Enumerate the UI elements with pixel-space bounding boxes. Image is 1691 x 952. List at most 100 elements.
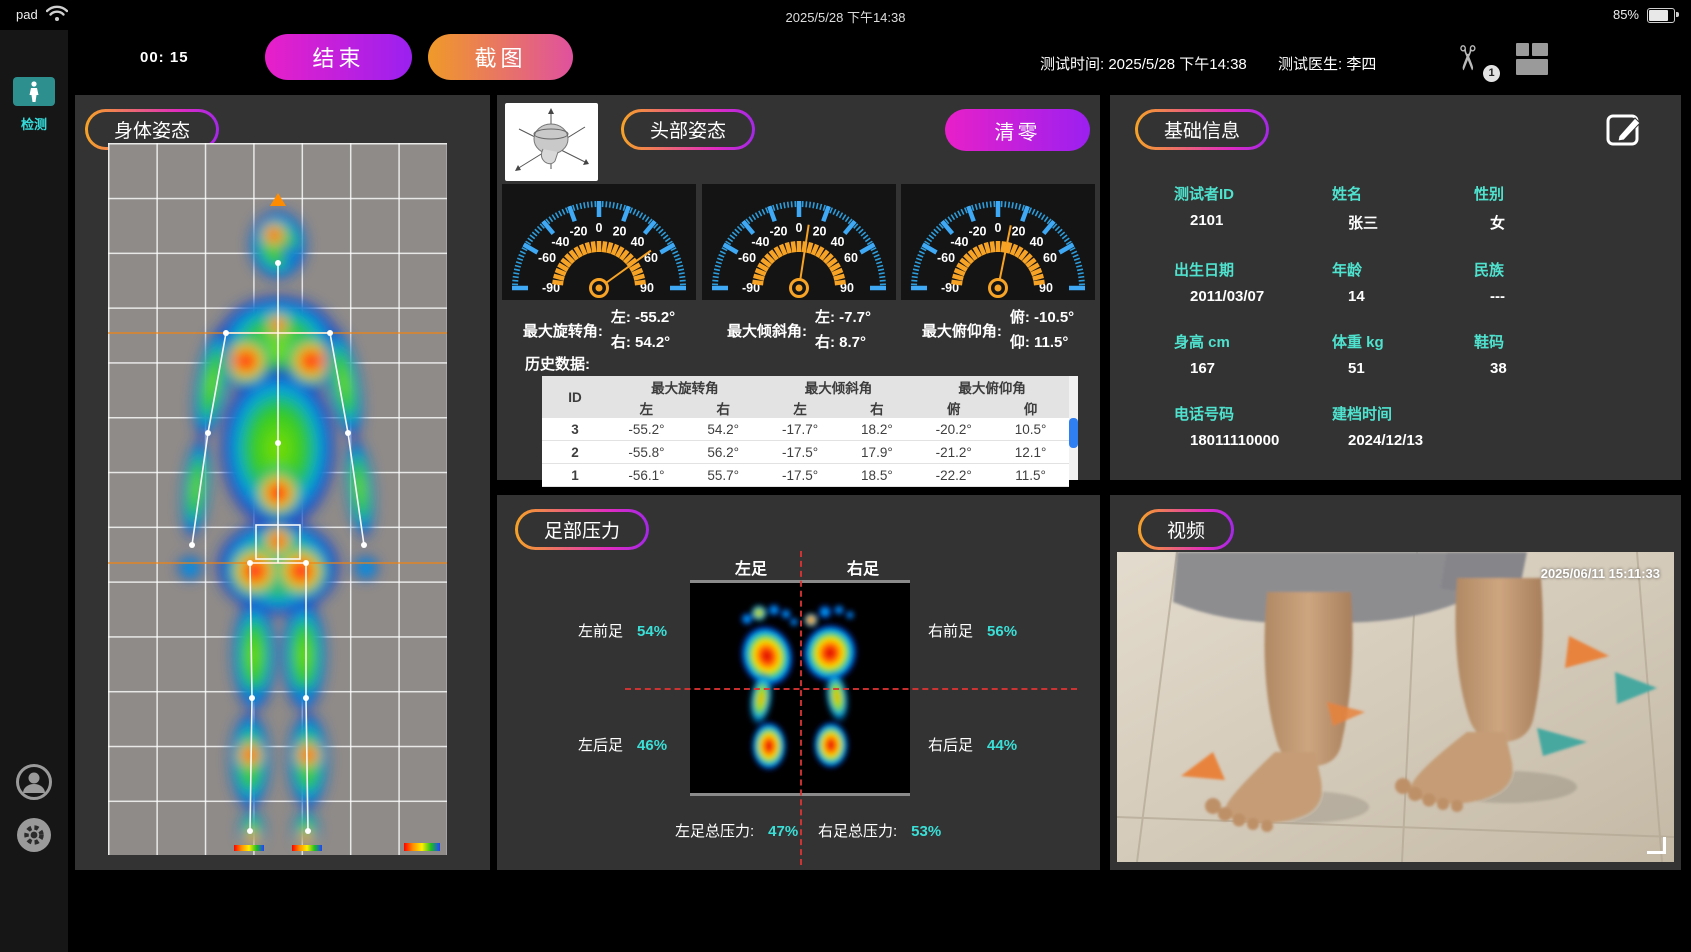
table-header-id: ID [542,376,608,418]
readout-key: 左: [611,309,631,326]
cell: -17.5° [762,464,839,487]
table-row: 2 -55.8° 56.2° -17.5° 17.9° -21.2° 12.1° [542,441,1069,464]
head-axes-diagram [505,103,598,181]
session-timer: 00: 15 [140,49,189,66]
svg-text:60: 60 [1043,251,1057,265]
cell: 18.2° [838,418,915,441]
left-rearfoot-stat: 左后足 46% [578,734,667,755]
table-group-header: 最大倾斜角 [762,376,916,397]
table-scrollbar-thumb[interactable] [1069,418,1078,448]
svg-text:40: 40 [831,235,845,249]
header: 00: 15 结束 截图 测试时间: 2025/5/28 下午14:38 测试医… [68,30,1691,95]
quad-value: 54% [637,623,667,640]
fullscreen-corner-icon[interactable] [1647,837,1666,854]
svg-text:-60: -60 [937,251,955,265]
table-sub-header: 左 [762,397,839,418]
right-rearfoot-stat: 右后足44% [928,734,1017,755]
field-label: 年龄 [1332,259,1474,280]
cell: 55.7° [685,464,762,487]
field-value: 167 [1174,360,1332,377]
screenshot-button[interactable]: 截图 [428,34,573,80]
field-label: 姓名 [1332,183,1474,204]
field-value: 女 [1474,212,1604,233]
field-value: 38 [1474,360,1604,377]
avatar-icon[interactable] [15,763,53,801]
readout-key: 仰: [1010,334,1030,351]
svg-text:-40: -40 [950,235,968,249]
crosshair-horizontal [625,688,1077,690]
tilt-readout: 最大倾斜角: 左: -7.7° 右: 8.7° [702,305,896,355]
basic-info-grid: 测试者ID 2101 姓名 张三 性别 女 出生日期 2011/03/07 年龄… [1174,183,1644,449]
readout-key: 右: [815,334,835,351]
readout-name: 最大俯仰角: [922,320,1002,341]
video-panel: 视频 [1110,495,1681,870]
quad-value: 46% [637,737,667,754]
table-sub-header: 左 [608,397,685,418]
field-value: 18011110000 [1174,432,1332,449]
sidebar-item-detect[interactable] [13,77,55,106]
readout-value: 54.2° [635,334,670,351]
battery-percent: 85% [1613,7,1639,22]
total-value: 53% [911,823,941,840]
right-forefoot-stat: 右前足56% [928,620,1017,641]
table-row: 3 -55.2° 54.2° -17.7° 18.2° -20.2° 10.5° [542,418,1069,441]
statusbar-datetime: 2025/5/28 下午14:38 [0,7,1691,26]
left-foot-total-pressure: 左足总压力: 47% [675,820,798,841]
field-label: 电话号码 [1174,403,1332,424]
svg-text:0: 0 [796,221,803,235]
head-posture-title-pill: 头部姿态 [621,109,755,150]
svg-text:40: 40 [631,235,645,249]
crosshair-vertical [800,551,802,865]
svg-text:20: 20 [1012,225,1026,239]
video-timestamp: 2025/06/11 15:11:33 [1541,566,1660,581]
info-field-phone: 电话号码 18011110000 [1174,403,1332,449]
total-value: 47% [768,823,798,840]
basic-info-title: 基础信息 [1138,112,1266,147]
gear-icon[interactable] [15,816,53,854]
total-label: 左足总压力: [675,823,754,840]
cell: -55.2° [608,418,685,441]
foot-pressure-title-pill: 足部压力 [515,509,649,550]
pitch-readout: 最大俯仰角: 俯: -10.5° 仰: 11.5° [901,305,1095,355]
clip-tool-button[interactable]: ✂ 1 [1452,38,1498,84]
history-data-label: 历史数据: [525,353,590,374]
info-field-tester-id: 测试者ID 2101 [1174,183,1332,233]
table-sub-header: 仰 [992,397,1069,418]
edit-icon[interactable] [1605,110,1645,148]
field-label: 民族 [1474,259,1604,280]
quad-label: 左后足 [578,737,623,754]
svg-text:-40: -40 [751,235,769,249]
readout-key: 左: [815,309,835,326]
field-value: 2101 [1174,212,1332,229]
cell-id: 3 [542,418,608,441]
info-field-birthdate: 出生日期 2011/03/07 [1174,259,1332,305]
info-field-shoe-size: 鞋码 38 [1474,331,1604,377]
head-posture-panel: 头部姿态 清零 -90-60-40-20020406090 -90-60-40-… [497,95,1100,480]
readout-value: -7.7° [839,309,871,326]
svg-text:20: 20 [813,225,827,239]
rotation-readout: 最大旋转角: 左: -55.2° 右: 54.2° [502,305,696,355]
cell: 17.9° [838,441,915,464]
cell-id: 1 [542,464,608,487]
clear-button[interactable]: 清零 [945,109,1090,151]
quad-value: 44% [987,737,1017,754]
end-button[interactable]: 结束 [265,34,412,80]
cell-id: 2 [542,441,608,464]
quad-value: 56% [987,623,1017,640]
field-label: 测试者ID [1174,183,1332,204]
svg-text:-20: -20 [769,225,787,239]
right-foot-total-pressure: 右足总压力:53% [818,820,941,841]
battery-icon [1647,8,1675,23]
field-label: 鞋码 [1474,331,1604,352]
table-group-header: 最大俯仰角 [915,376,1069,397]
body-posture-panel: 身体姿态 [75,95,490,870]
svg-text:-40: -40 [551,235,569,249]
cell: -21.2° [915,441,992,464]
layout-grid-icon[interactable] [1515,42,1549,76]
field-value: 51 [1332,360,1474,377]
svg-text:-60: -60 [738,251,756,265]
info-field-height: 身高 cm 167 [1174,331,1332,377]
svg-text:40: 40 [1030,235,1044,249]
svg-text:20: 20 [613,225,627,239]
left-forefoot-stat: 左前足54% [578,620,667,641]
